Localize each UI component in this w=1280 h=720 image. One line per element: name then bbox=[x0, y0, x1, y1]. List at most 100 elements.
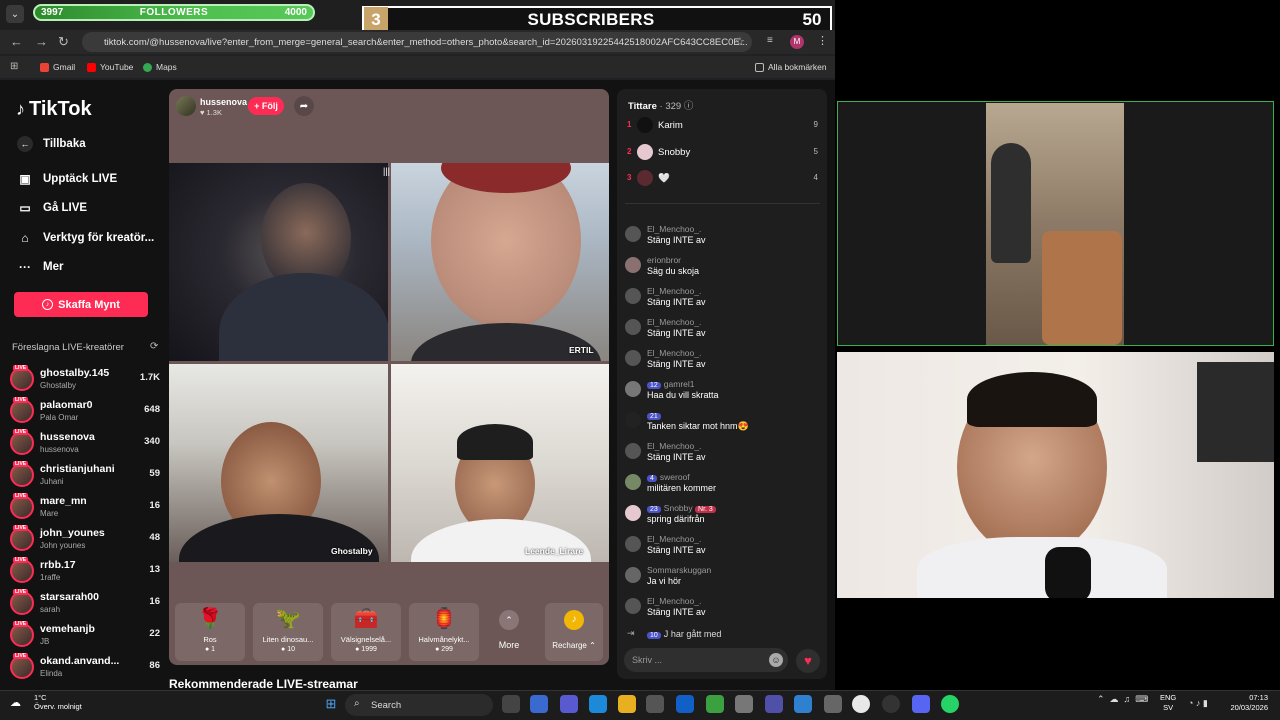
chat-username[interactable]: gamrel1 bbox=[664, 379, 695, 389]
chat-username[interactable]: erionbror bbox=[647, 255, 681, 265]
teams-icon[interactable] bbox=[560, 695, 578, 713]
host-name[interactable]: hussenova bbox=[200, 97, 247, 107]
chat-avatar[interactable] bbox=[625, 319, 641, 335]
discord-icon[interactable] bbox=[912, 695, 930, 713]
chrome-icon[interactable] bbox=[852, 695, 870, 713]
clock[interactable]: 07:13 20/03/2026 bbox=[1222, 693, 1268, 713]
profile-avatar[interactable]: M bbox=[790, 35, 804, 49]
chat-username[interactable]: El_Menchoo_. bbox=[647, 224, 701, 234]
chat-username[interactable]: sweroof bbox=[660, 472, 690, 482]
system-tray[interactable]: ⌃ ☁ ♫ ⌨ bbox=[1097, 694, 1148, 705]
back-link[interactable]: ← Tillbaka bbox=[17, 136, 86, 152]
creator-item[interactable]: LIVE rrbb.17 1raffe 13 bbox=[10, 557, 160, 589]
folder-icon bbox=[755, 62, 764, 72]
file-explorer-icon[interactable] bbox=[618, 695, 636, 713]
taskbar-search[interactable]: ⌕ Search bbox=[345, 694, 493, 716]
chat-avatar[interactable] bbox=[625, 381, 641, 397]
whatsapp-icon[interactable] bbox=[941, 695, 959, 713]
nav-go-live[interactable]: ▭ Gå LIVE bbox=[17, 201, 87, 215]
heart-icon[interactable]: ♥ bbox=[796, 649, 820, 673]
chat-avatar[interactable] bbox=[625, 443, 641, 459]
gift-blessing-chest[interactable]: 🧰 Välsignelselå... ● 1999 bbox=[331, 603, 401, 661]
address-bar[interactable]: tiktok.com/@hussenova/live?enter_from_me… bbox=[82, 32, 752, 52]
emoji-icon[interactable]: ☺ bbox=[769, 653, 783, 667]
nav-creator-tools[interactable]: ⌂ Verktyg för kreatör... bbox=[17, 231, 154, 245]
language-indicator[interactable]: ENG SV bbox=[1160, 693, 1176, 713]
chat-username[interactable]: El_Menchoo_. bbox=[647, 348, 701, 358]
nav-more[interactable]: ··· Mer bbox=[17, 260, 63, 274]
gift-crescent-lantern[interactable]: 🏮 Halvmånelykt... ● 299 bbox=[409, 603, 479, 661]
creator-item[interactable]: LIVE mare_mn Mare 16 bbox=[10, 493, 160, 525]
chat-username[interactable]: El_Menchoo_. bbox=[647, 286, 701, 296]
more-gifts-button[interactable]: ⌃ More bbox=[489, 603, 529, 661]
chat-avatar[interactable] bbox=[625, 536, 641, 552]
chat-username[interactable]: El_Menchoo_. bbox=[647, 596, 701, 606]
creator-item[interactable]: LIVE christianjuhani Juhani 59 bbox=[10, 461, 160, 493]
creator-item[interactable]: LIVE hussenova hussenova 340 bbox=[10, 429, 160, 461]
settings-icon[interactable] bbox=[824, 695, 842, 713]
extensions-icon[interactable]: ≡ bbox=[767, 35, 773, 46]
chat-username[interactable]: El_Menchoo_. bbox=[647, 534, 701, 544]
back-arrow-icon[interactable]: ← bbox=[10, 34, 23, 49]
forward-arrow-icon[interactable]: → bbox=[35, 34, 48, 49]
chat-input[interactable]: Skriv ... bbox=[624, 648, 788, 672]
tab-search-button[interactable]: ⌄ bbox=[6, 5, 24, 23]
gift-dinosaur[interactable]: 🦖 Liten dinosau... ● 10 bbox=[253, 603, 323, 661]
vpn-icon[interactable] bbox=[706, 695, 724, 713]
recharge-button[interactable]: ♪ Recharge ⌃ bbox=[545, 603, 603, 661]
bookmark-star-icon[interactable]: ☆ bbox=[735, 35, 745, 48]
all-bookmarks[interactable]: Alla bokmärken bbox=[755, 62, 827, 72]
chat-username[interactable]: Sommarskuggan bbox=[647, 565, 711, 575]
top-viewer[interactable]: 1 Karim 9 bbox=[627, 115, 822, 137]
chat-username[interactable]: El_Menchoo_. bbox=[647, 441, 701, 451]
bookmark-gmail[interactable]: Gmail bbox=[40, 62, 75, 72]
chat-avatar[interactable] bbox=[625, 350, 641, 366]
share-icon[interactable]: ➦ bbox=[294, 96, 314, 116]
tiktok-logo[interactable]: ♪ TikTok bbox=[16, 98, 92, 121]
viewers-header[interactable]: Tittare · 329 ⓘ bbox=[628, 98, 693, 112]
creator-item[interactable]: LIVE vemehanjb JB 22 bbox=[10, 621, 160, 653]
chat-avatar[interactable] bbox=[625, 567, 641, 583]
top-viewer[interactable]: 2 Snobby 5 bbox=[627, 142, 822, 164]
gift-rose[interactable]: 🌹 Ros ● 1 bbox=[175, 603, 245, 661]
chat-username[interactable]: Snobby bbox=[664, 503, 693, 513]
photos-icon[interactable] bbox=[794, 695, 812, 713]
apps-grid-icon[interactable]: ⊞ bbox=[10, 61, 18, 72]
chat-username[interactable]: El_Menchoo_. bbox=[647, 317, 701, 327]
bookmark-youtube[interactable]: YouTube bbox=[87, 62, 133, 72]
chat-avatar[interactable] bbox=[625, 598, 641, 614]
get-coins-button[interactable]: ♪ Skaffa Mynt bbox=[14, 292, 148, 317]
reload-icon[interactable]: ↻ bbox=[58, 34, 69, 50]
top-viewer[interactable]: 3 🤍 4 bbox=[627, 168, 822, 190]
creator-item[interactable]: LIVE okand.anvand... Elinda 86 bbox=[10, 653, 160, 685]
chat-avatar[interactable] bbox=[625, 474, 641, 490]
creator-item[interactable]: LIVE john_younes John younes 48 bbox=[10, 525, 160, 557]
refresh-icon[interactable]: ⟳ bbox=[150, 341, 158, 352]
menu-dots-icon[interactable]: ⋮ bbox=[817, 34, 828, 47]
app-icon[interactable] bbox=[765, 695, 783, 713]
obs-icon[interactable] bbox=[882, 695, 900, 713]
chat-avatar[interactable] bbox=[625, 412, 641, 428]
chat-avatar[interactable] bbox=[625, 288, 641, 304]
host-avatar[interactable] bbox=[176, 96, 196, 116]
edge-icon[interactable] bbox=[589, 695, 607, 713]
gift-price-value: 299 bbox=[441, 646, 453, 653]
m365-icon[interactable] bbox=[735, 695, 753, 713]
creator-item[interactable]: LIVE palaomar0 Pala Omar 648 bbox=[10, 397, 160, 429]
chat-avatar[interactable] bbox=[625, 505, 641, 521]
network-volume-battery-icons[interactable]: ◔ ♪ ▮ bbox=[1188, 698, 1208, 709]
weather-widget[interactable]: ☁ 1°C Överv. molnigt bbox=[10, 693, 82, 711]
chat-avatar[interactable] bbox=[625, 257, 641, 273]
copilot-icon[interactable] bbox=[530, 695, 548, 713]
follow-button[interactable]: + Följ bbox=[248, 97, 284, 115]
creator-item[interactable]: LIVE ghostalby.145 Ghostalby 1.7K bbox=[10, 365, 160, 397]
info-icon[interactable]: ⓘ bbox=[684, 101, 694, 112]
store-icon[interactable] bbox=[646, 695, 664, 713]
chat-avatar[interactable] bbox=[625, 226, 641, 242]
creator-item[interactable]: LIVE starsarah00 sarah 16 bbox=[10, 589, 160, 621]
windows-start-icon[interactable]: ⊞ bbox=[322, 695, 340, 713]
bookmark-maps[interactable]: Maps bbox=[143, 62, 177, 72]
task-view-icon[interactable] bbox=[502, 695, 520, 713]
nav-discover-live[interactable]: ▣ Upptäck LIVE bbox=[17, 172, 117, 186]
outlook-icon[interactable] bbox=[676, 695, 694, 713]
